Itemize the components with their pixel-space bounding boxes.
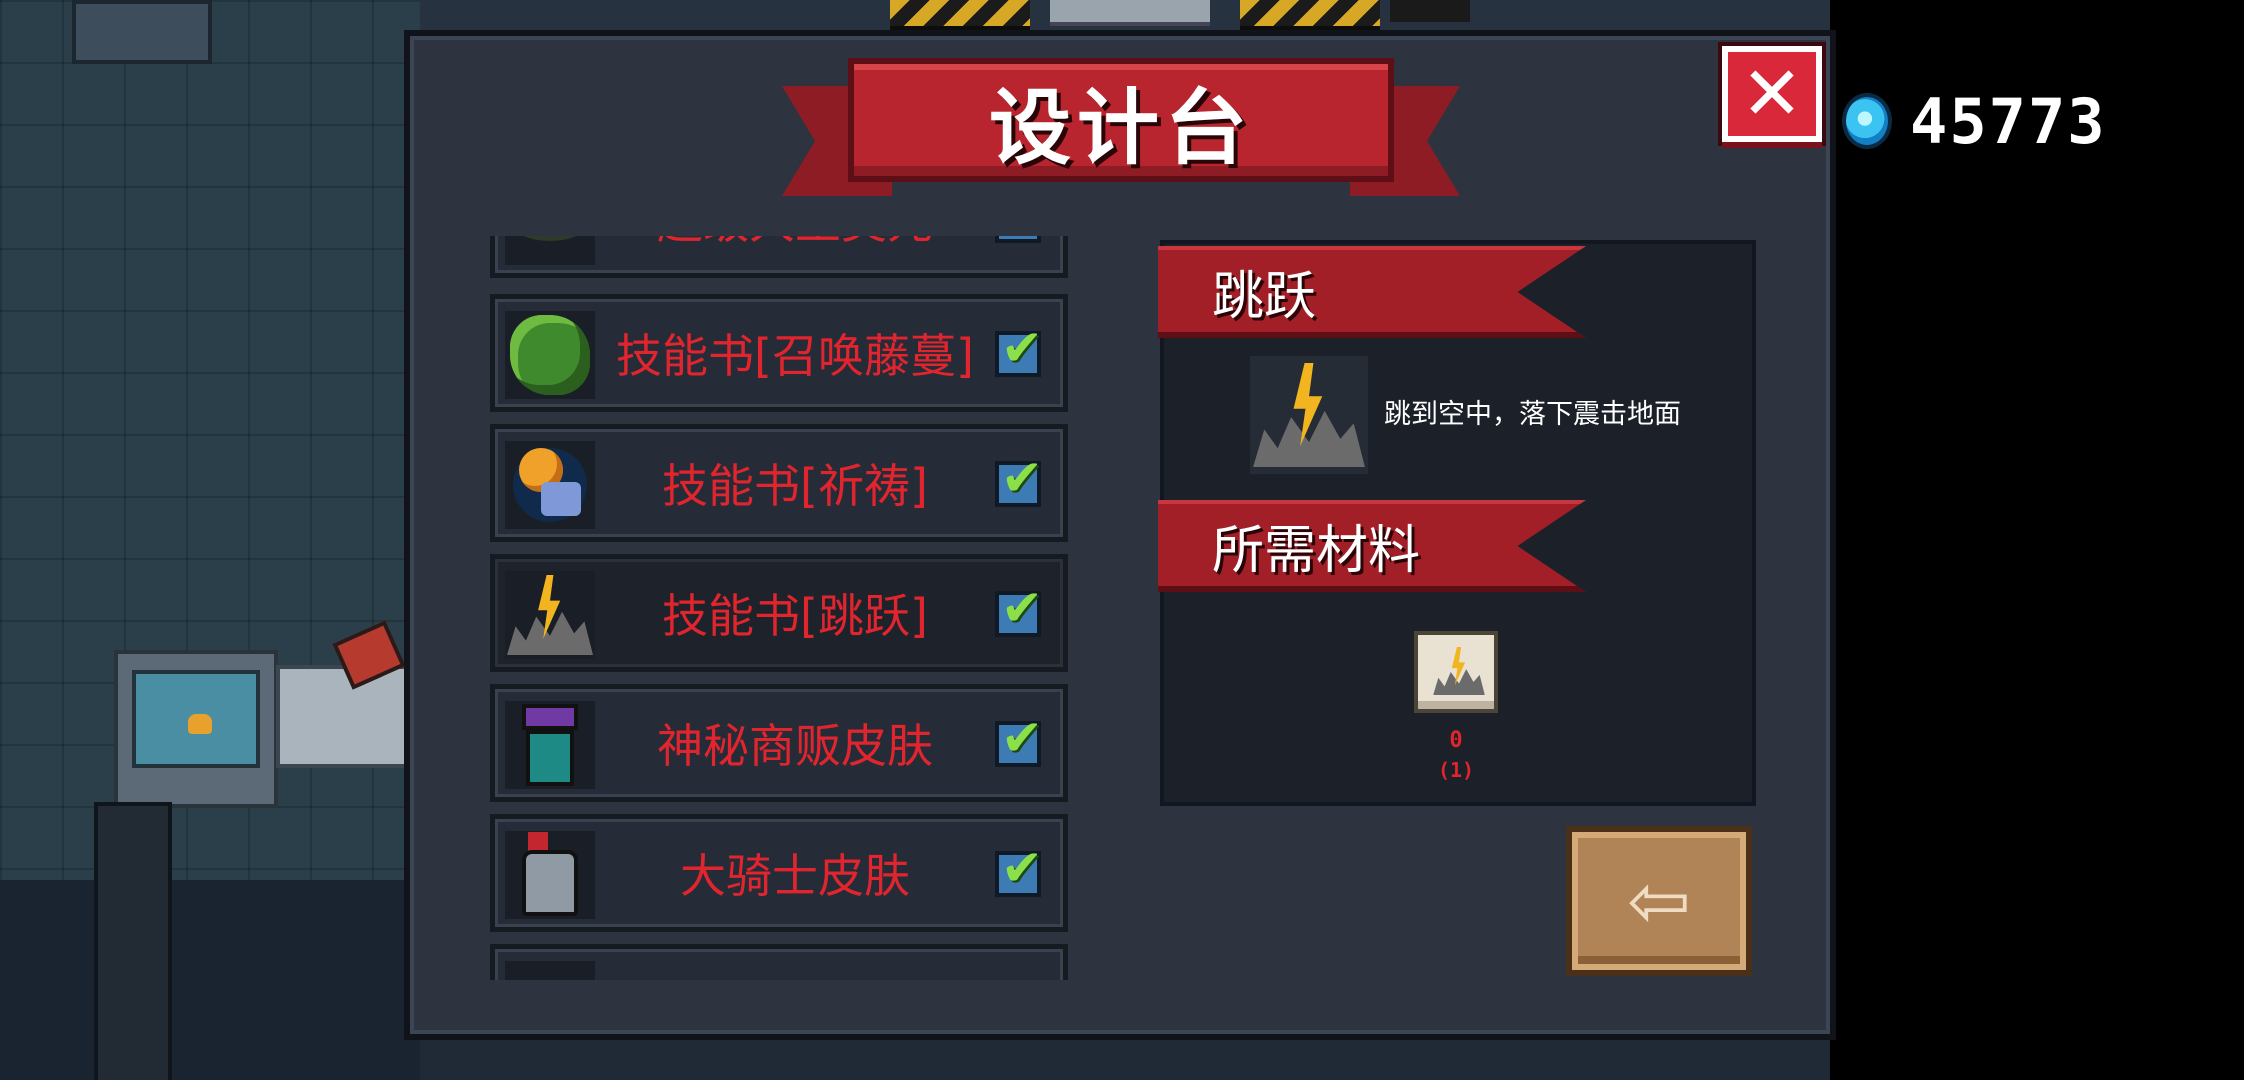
hazard-stripe — [1240, 0, 1380, 30]
recipe-list[interactable]: 超级大王美元 ✔ 技能书[召唤藤蔓] ✔ 技能书[祈祷] ✔ 技能书[跳跃] ✔… — [490, 236, 1076, 980]
duck-icon — [188, 714, 212, 734]
recipe-label: 神秘商贩皮肤 — [657, 719, 933, 773]
fish-tank — [114, 650, 278, 808]
checkmark-icon: ✔ — [1001, 709, 1043, 767]
close-icon: ✕ — [1740, 51, 1803, 137]
floor-shadow — [0, 880, 420, 1080]
knight-icon — [505, 831, 595, 919]
void-area — [1830, 0, 2244, 1080]
recipe-label: 大骑士皮肤 — [680, 849, 910, 903]
checkmark-icon: ✔ — [1001, 449, 1043, 507]
material-required-count: (1) — [1437, 758, 1475, 782]
list-item-selected[interactable]: 技能书[跳跃] ✔ — [490, 554, 1068, 672]
recipe-checkbox[interactable]: ✔ — [995, 323, 1043, 377]
checkmark-icon: ✔ — [1001, 236, 1043, 239]
skill-book-icon — [505, 236, 595, 265]
wall-console — [1390, 0, 1470, 22]
jump-burst-icon — [505, 571, 595, 659]
exit-icon: ⇦ — [1627, 856, 1691, 945]
currency-display: 45773 — [1842, 84, 2107, 158]
list-item[interactable]: 神秘商贩皮肤 ✔ — [490, 684, 1068, 802]
list-item[interactable]: 大骑士皮肤 ✔ — [490, 814, 1068, 932]
list-item[interactable]: 超级大王美元 ✔ — [490, 236, 1068, 278]
exit-button[interactable]: ⇦ — [1566, 826, 1752, 976]
title-ribbon: 设计台 — [848, 58, 1394, 182]
praying-hand-icon — [505, 441, 595, 529]
vine-icon — [505, 311, 595, 399]
list-item[interactable]: 技能书[祈祷] ✔ — [490, 424, 1068, 542]
recipe-checkbox[interactable]: ✔ — [995, 713, 1043, 767]
merchant-icon — [505, 701, 595, 789]
wall-box — [72, 0, 212, 64]
recipe-label: 技能书[召唤藤蔓] — [616, 329, 974, 383]
jump-burst-icon — [1250, 356, 1368, 474]
recipe-label: 技能书[跳跃] — [662, 589, 928, 643]
checkmark-icon: ✔ — [1001, 579, 1043, 637]
list-item[interactable] — [490, 944, 1068, 980]
hazard-stripe — [890, 0, 1030, 30]
wall-hatch — [1050, 0, 1210, 26]
recipe-label: 超级大王美元 — [605, 236, 985, 273]
pillar — [94, 802, 172, 1080]
checkmark-icon: ✔ — [1001, 839, 1043, 897]
skill-description: 跳到空中，落下震击地面 — [1384, 398, 1681, 430]
recipe-checkbox[interactable]: ✔ — [995, 583, 1043, 637]
list-item[interactable]: 技能书[召唤藤蔓] ✔ — [490, 294, 1068, 412]
skill-scroll-icon — [1410, 626, 1502, 718]
tank-water — [132, 670, 260, 768]
close-button[interactable]: ✕ — [1722, 46, 1822, 142]
partial-item-icon — [505, 961, 595, 980]
checkmark-icon: ✔ — [1001, 319, 1043, 377]
recipe-checkbox[interactable]: ✔ — [995, 843, 1043, 897]
recipe-checkbox[interactable]: ✔ — [995, 236, 1043, 243]
recipe-label: 技能书[祈祷] — [662, 459, 928, 513]
panel-title: 设计台 — [988, 80, 1253, 176]
material-owned-count: 0 — [1449, 728, 1463, 753]
currency-value: 45773 — [1910, 84, 2107, 158]
recipe-checkbox[interactable]: ✔ — [995, 453, 1043, 507]
gem-icon — [1842, 93, 1892, 149]
